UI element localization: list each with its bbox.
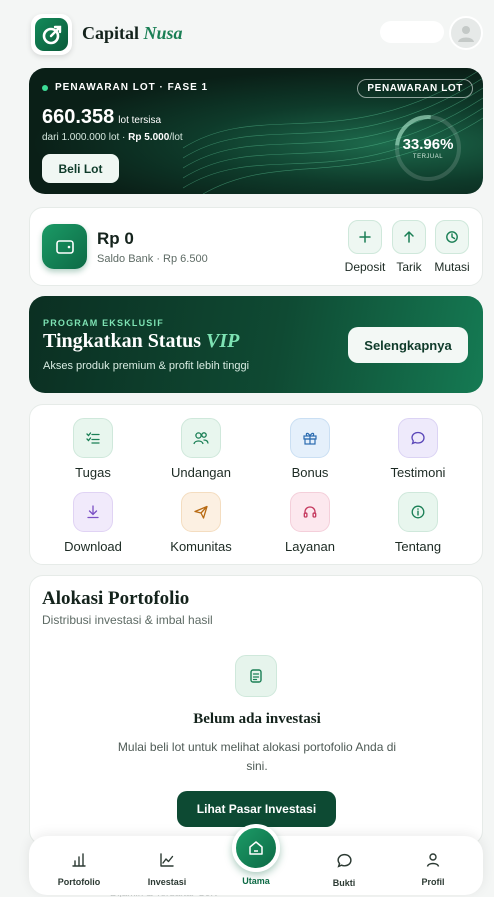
menu-label: Undangan <box>171 465 231 480</box>
sold-percentage: 33.96% <box>402 136 454 153</box>
bottom-nav: Portofolio Investasi Utama Bukti Profil <box>29 824 483 895</box>
history-label: Mutasi <box>434 260 470 274</box>
user-icon <box>426 853 440 867</box>
offer-kicker: PENAWARAN LOT · FASE 1 <box>42 82 208 93</box>
menu-grid: Tugas Undangan Bonus Testimoni Download … <box>29 404 483 565</box>
history-icon[interactable] <box>435 220 469 254</box>
menu-item-download[interactable]: Download <box>48 492 138 554</box>
live-dot-icon <box>42 84 48 91</box>
wallet-icon <box>42 224 87 269</box>
vip-banner: PROGRAM EKSKLUSIF Tingkatkan Status VIP … <box>29 296 483 393</box>
menu-item-tugas[interactable]: Tugas <box>48 418 138 480</box>
nav-label: Portofolio <box>57 877 101 887</box>
withdraw-action[interactable]: Tarik <box>392 220 426 274</box>
nav-label-home: Utama <box>242 876 270 886</box>
nav-item-bukti[interactable]: Bukti <box>309 852 379 888</box>
lots-remaining: 660.358 lot tersisa <box>42 106 162 128</box>
history-action[interactable]: Mutasi <box>434 220 470 274</box>
menu-item-undangan[interactable]: Undangan <box>156 418 246 480</box>
info-icon <box>398 492 438 532</box>
buy-lot-button[interactable]: Beli Lot <box>42 154 119 183</box>
download-icon <box>73 492 113 532</box>
trend-icon <box>160 853 174 867</box>
vip-subtitle: Akses produk premium & profit lebih ting… <box>43 360 250 372</box>
nav-item-portfolio[interactable]: Portofolio <box>44 852 114 887</box>
headset-icon <box>290 492 330 532</box>
menu-label: Testimoni <box>390 465 446 480</box>
avatar[interactable] <box>449 16 483 50</box>
nav-label: Investasi <box>147 877 187 887</box>
sold-label: TERJUAL <box>412 154 444 160</box>
menu-item-komunitas[interactable]: Komunitas <box>156 492 246 554</box>
chat-icon <box>336 853 352 868</box>
nav-label: Profil <box>421 877 445 887</box>
vip-title: Tingkatkan Status VIP <box>43 330 240 352</box>
balance-amount: Rp 0 <box>97 229 134 248</box>
menu-label: Download <box>64 539 122 554</box>
balance-card: Rp 0 Saldo Bank · Rp 6.500 Deposit Tarik… <box>29 207 483 286</box>
nav-label: Bukti <box>332 878 356 888</box>
bar-chart-icon <box>72 853 86 867</box>
header-pill[interactable] <box>380 21 444 43</box>
chat-icon <box>398 418 438 458</box>
home-icon <box>249 841 263 855</box>
gift-icon <box>290 418 330 458</box>
menu-label: Bonus <box>291 465 329 480</box>
view-market-button[interactable]: Lihat Pasar Investasi <box>177 791 336 827</box>
nav-item-home[interactable] <box>232 824 280 872</box>
logo-icon <box>35 18 68 51</box>
vip-details-button[interactable]: Selengkapnya <box>348 327 468 363</box>
portfolio-subtitle: Distribusi investasi & imbal hasil <box>42 613 213 627</box>
nav-item-profil[interactable]: Profil <box>398 852 468 887</box>
users-icon <box>181 418 221 458</box>
checklist-icon <box>73 418 113 458</box>
portfolio-card: Alokasi Portofolio Distribusi investasi … <box>29 575 483 845</box>
lot-offer-banner: PENAWARAN LOT · FASE 1 PENAWARAN LOT 660… <box>29 68 483 194</box>
menu-item-layanan[interactable]: Layanan <box>265 492 355 554</box>
menu-label: Tentang <box>394 539 442 554</box>
empty-state-description: Mulai beli lot untuk melihat alokasi por… <box>117 740 397 773</box>
user-avatar-icon <box>458 26 474 42</box>
document-icon <box>235 655 277 697</box>
offer-tag: PENAWARAN LOT <box>357 79 473 98</box>
menu-item-testimoni[interactable]: Testimoni <box>373 418 463 480</box>
portfolio-title: Alokasi Portofolio <box>42 588 190 609</box>
menu-label: Komunitas <box>170 539 232 554</box>
menu-label: Tugas <box>75 465 111 480</box>
nav-item-investasi[interactable]: Investasi <box>132 852 202 887</box>
brand-logo[interactable] <box>31 14 72 55</box>
bank-balance: Saldo Bank · Rp 6.500 <box>97 253 208 265</box>
menu-label: Layanan <box>285 539 335 554</box>
vip-kicker: PROGRAM EKSKLUSIF <box>43 318 164 328</box>
menu-item-bonus[interactable]: Bonus <box>265 418 355 480</box>
menu-item-tentang[interactable]: Tentang <box>373 492 463 554</box>
empty-state-title: Belum ada investasi <box>193 711 321 727</box>
app-header: Capital Nusa <box>0 0 494 68</box>
lot-price-info: dari 1.000.000 lot · Rp 5.000/lot <box>42 132 183 143</box>
send-icon <box>181 492 221 532</box>
plus-icon[interactable] <box>348 220 382 254</box>
deposit-action[interactable]: Deposit <box>345 220 385 274</box>
arrow-up-icon[interactable] <box>392 220 426 254</box>
brand-name: Capital Nusa <box>82 23 183 43</box>
